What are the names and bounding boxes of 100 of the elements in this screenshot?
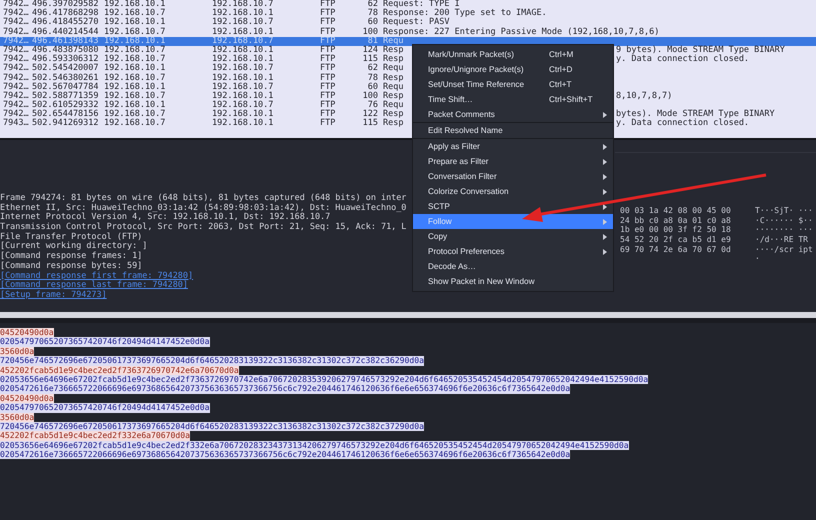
menu-item[interactable]: Time Shift… Ctrl+Shift+T (413, 92, 613, 107)
hex-bytes: 1b e0 00 00 3f f2 50 18 (620, 225, 731, 234)
packet-number: 7942… (3, 0, 30, 9)
packet-number: 7942… (3, 110, 30, 120)
packet-time: 502.545420007 (32, 64, 100, 74)
packet-time: 496.418455270 (32, 18, 100, 28)
packet-time: 502.941269312 (32, 119, 100, 129)
hex-bytes: 00 03 1a 42 08 00 45 00 (620, 206, 731, 215)
detail-line: Frame 794274: 81 bytes on wire (648 bits), 81 bytes captured (648 bits) on inter (0, 193, 406, 203)
packet-info: Resp (382, 46, 404, 55)
packet-number: 7943… (3, 119, 30, 129)
packet-length: 60 (368, 82, 378, 92)
packet-source: 192.168.10.1 (104, 36, 166, 46)
packet-row[interactable]: 7942… 502.610529332 192.168.10.1 192.168.10.7 FTP 76 Requ (0, 101, 404, 110)
packet-row[interactable]: 7942… 502.654478156 192.168.10.7 192.168.10.1 FTP 122 Resp (0, 110, 404, 120)
packet-row[interactable]: 7942… 502.545420007 192.168.10.1 192.168.10.7 FTP 62 Requ (0, 64, 404, 74)
packet-info: Resp (382, 110, 404, 120)
packet-source: 192.168.10.7 (104, 119, 166, 129)
menu-item[interactable]: Copy (413, 229, 613, 244)
menu-item[interactable]: Decode As… (413, 259, 613, 274)
packet-destination: 192.168.10.1 (212, 46, 274, 55)
detail-line: [Command response frames: 1] (0, 251, 142, 261)
packet-info: Response: 200 Type set to IMAGE. (382, 9, 547, 18)
packet-row[interactable]: 7942… 502.567047784 192.168.10.1 192.168.10.7 FTP 60 Requ (0, 82, 404, 92)
packet-info: Resp (382, 119, 404, 129)
menu-item[interactable]: Apply as Filter (413, 139, 613, 154)
packet-time: 502.546380261 (32, 74, 100, 82)
packet-source: 192.168.10.1 (104, 0, 166, 9)
packet-source: 192.168.10.7 (104, 55, 166, 64)
packet-row[interactable]: 7942… 502.546380261 192.168.10.7 192.168.10.1 FTP 78 Resp (0, 74, 404, 83)
packet-protocol: FTP (320, 0, 336, 9)
packet-number: 7942… (3, 82, 30, 92)
packet-number: 7942… (3, 46, 30, 55)
submenu-arrow-icon (603, 112, 607, 118)
hex-bytes: 69 70 74 2e 6a 70 67 0d (620, 244, 731, 254)
detail-line: File Transfer Protocol (FTP) (0, 232, 142, 242)
menu-item[interactable]: Set/Unset Time Reference Ctrl+T (413, 77, 613, 92)
packet-length: 100 (362, 92, 378, 101)
packet-number: 7942… (3, 74, 30, 82)
submenu-arrow-icon (603, 248, 607, 254)
detail-link[interactable]: [Command response last frame: 794280] (0, 280, 188, 290)
packet-length: 78 (366, 74, 378, 82)
packet-destination: 192.168.10.7 (212, 18, 274, 28)
packet-row[interactable]: 7942… 496.440214544 192.168.10.7 192.168.10.1 FTP 100 Response: 227 Entering Passive Mode (192,168,10,7,8,6) (0, 28, 660, 37)
menu-item[interactable]: SCTP (413, 199, 613, 214)
packet-number: 7942… (3, 64, 30, 74)
submenu-arrow-icon (603, 204, 607, 210)
packet-length: 78 (366, 9, 378, 18)
packet-destination: 192.168.10.1 (212, 110, 274, 120)
menu-item[interactable]: Packet Comments (413, 107, 613, 123)
packet-row[interactable]: 7942… 496.483875080 192.168.10.7 192.168.10.1 FTP 124 Resp (0, 46, 404, 56)
packet-destination: 192.168.10.1 (212, 55, 274, 64)
packet-row[interactable]: 7942… 496.593306312 192.168.10.7 192.168.10.1 FTP 115 Resp (0, 55, 404, 64)
packet-row[interactable]: 7942… 502.588771359 192.168.10.7 192.168.10.1 FTP 100 Resp (0, 92, 404, 102)
packet-protocol: FTP (320, 101, 336, 110)
packet-length: 115 (362, 55, 378, 64)
packet-number: 7942… (3, 101, 30, 110)
hex-ascii: ········ ··· (755, 225, 814, 236)
packet-time: 496.483875080 (32, 46, 100, 55)
packet-time: 496.461398143 (32, 36, 100, 46)
packet-protocol: FTP (320, 55, 336, 64)
menu-item[interactable]: Ignore/Unignore Packet(s) Ctrl+D (413, 62, 613, 77)
packet-length: 100 (362, 28, 378, 37)
packet-number: 7942… (3, 92, 30, 101)
packet-protocol: FTP (320, 46, 336, 55)
menu-item[interactable]: Mark/Unmark Packet(s) Ctrl+M (413, 47, 613, 62)
menu-item[interactable]: Protocol Preferences (413, 244, 613, 259)
detail-link[interactable]: [Setup frame: 794273] (0, 290, 107, 300)
packet-protocol: FTP (320, 119, 336, 129)
packet-time: 496.397029582 (32, 0, 100, 9)
packet-number: 7942… (3, 36, 30, 46)
packet-destination: 192.168.10.1 (212, 28, 274, 37)
menu-item[interactable]: Prepare as Filter (413, 154, 613, 169)
packet-protocol: FTP (320, 74, 336, 82)
detail-line: [Current working directory: ] (0, 241, 148, 252)
submenu-arrow-icon (603, 234, 607, 240)
submenu-arrow-icon (603, 158, 607, 164)
detail-link[interactable]: [Command response first frame: 794280] (0, 270, 194, 280)
packet-source: 192.168.10.1 (104, 101, 166, 110)
packet-protocol: FTP (320, 110, 336, 120)
hex-ascii: ·C······ $·· (755, 216, 814, 226)
packet-source: 192.168.10.7 (104, 46, 166, 55)
menu-item[interactable]: Conversation Filter (413, 169, 613, 184)
packet-destination: 192.168.10.7 (212, 82, 274, 92)
menu-item[interactable]: Edit Resolved Name (413, 123, 613, 139)
menu-item[interactable]: Colorize Conversation (413, 184, 613, 199)
packet-row[interactable]: 7942… 496.397029582 192.168.10.1 192.168.10.7 FTP 62 Request: TYPE I (0, 0, 460, 10)
packet-info: bytes). Mode STREAM Type BINARY (616, 110, 775, 120)
hex-ascii: ·/d···RE TR (755, 235, 809, 245)
packet-destination: 192.168.10.7 (212, 101, 274, 110)
packet-row[interactable]: 7943… 502.941269312 192.168.10.7 192.168.10.1 FTP 115 Resp (0, 119, 404, 129)
packet-row[interactable]: 7942… 496.418455270 192.168.10.1 192.168.10.7 FTP 60 Request: PASV (0, 18, 450, 28)
hex-ascii: ····/scr ipt (755, 244, 814, 254)
packet-source: 192.168.10.7 (104, 28, 166, 37)
menu-item[interactable]: Show Packet in New Window (413, 274, 613, 289)
detail-line: Internet Protocol Version 4, Src: 192.168.10.1, Dst: 192.168.10.7 (0, 212, 330, 222)
submenu-arrow-icon (603, 188, 607, 194)
packet-protocol: FTP (320, 36, 336, 46)
packet-info: Requ (382, 101, 404, 110)
packet-row[interactable]: 7942… 496.417868298 192.168.10.7 192.168.10.1 FTP 78 Response: 200 Type set to IMAGE. (0, 9, 547, 18)
